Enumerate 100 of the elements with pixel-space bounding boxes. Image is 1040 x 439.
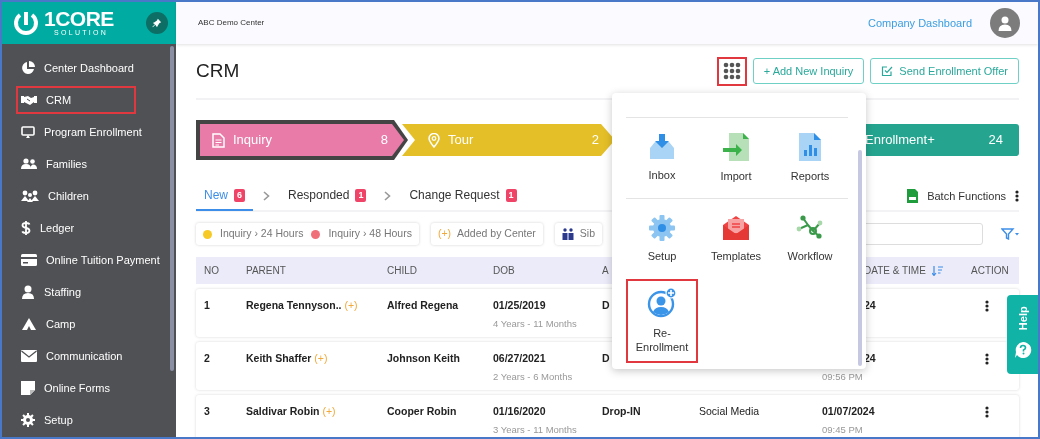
count-badge: 6 (234, 188, 246, 202)
table-cell-text: Saldivar Robin (246, 405, 321, 417)
sidebar-item[interactable]: Setup (16, 406, 136, 434)
added-mark: (+) (322, 405, 336, 417)
location-pin-icon (428, 132, 440, 148)
added-mark: (+) (344, 299, 358, 311)
edit-check-icon (881, 65, 894, 77)
table-cell: 1 (204, 299, 210, 311)
sidebar-item[interactable]: Staffing (16, 278, 136, 306)
dollar-icon (21, 221, 31, 235)
sidebar-item[interactable]: Camp (16, 310, 136, 338)
pie-chart-icon (21, 61, 35, 75)
table-cell: 2 (204, 352, 210, 364)
sidebar-item[interactable]: CRM (16, 86, 136, 114)
column-header: CHILD (387, 265, 417, 276)
table-cell-text: Keith Shaffer (246, 352, 313, 364)
column-header: A (602, 265, 609, 276)
count-badge: 1 (505, 188, 517, 202)
chevron-icon (263, 191, 271, 201)
sidebar-item[interactable]: Families (16, 150, 136, 178)
open-envelope-icon (722, 215, 750, 241)
tab[interactable]: Responded 1 (280, 181, 375, 211)
sidebar-item[interactable]: Online Tuition Payment (16, 246, 162, 274)
more-icon (985, 406, 989, 419)
document-icon (212, 132, 225, 148)
table-cell: 09:56 PM (822, 369, 863, 384)
import-icon (722, 133, 750, 161)
table-cell-text: 01/07/2024 (822, 404, 876, 419)
menu-item[interactable]: Templates (700, 199, 772, 279)
apps-grid-icon (721, 61, 742, 81)
monitor-icon (21, 125, 35, 139)
count-badge: 1 (355, 188, 367, 202)
table-cell: Johnson Keith (387, 352, 460, 364)
menu-item[interactable]: Re-Enrollment (626, 279, 698, 363)
table-cell-text: Regena Tennyson.. (246, 299, 343, 311)
table-cell: 3 (204, 405, 210, 417)
legend-label: Inquiry › 48 Hours (328, 226, 412, 242)
legend-label: Added by Center (457, 226, 536, 242)
table-cell-text: 01/25/2019 (493, 298, 547, 313)
gear-icon (21, 413, 35, 427)
more-icon (985, 300, 989, 313)
table-cell: 09:45 PM (822, 422, 863, 437)
table-cell: 3 Years - 11 Months (493, 422, 577, 437)
more-icon (1015, 190, 1019, 202)
column-header: PARENT (246, 265, 286, 276)
spreadsheet-icon (907, 189, 919, 203)
sidebar-item[interactable]: Online Forms (16, 374, 136, 402)
filter-icon (1001, 228, 1019, 240)
column-header: ACTION (971, 265, 1009, 276)
pin-button[interactable] (146, 12, 168, 34)
table-cell: Social Media (699, 405, 760, 417)
menu-item[interactable]: Inbox (626, 118, 698, 198)
column-header: NO (204, 265, 219, 276)
apps-button[interactable] (716, 56, 747, 86)
table-cell: D (602, 299, 610, 311)
scrollbar[interactable] (170, 46, 174, 371)
note-icon (21, 381, 35, 395)
network-icon (795, 215, 825, 241)
more-icon (985, 353, 989, 366)
added-mark: (+) (314, 352, 328, 364)
menu-item[interactable]: Setup (626, 199, 698, 279)
scrollbar[interactable] (858, 150, 862, 366)
gear-icon (649, 215, 675, 241)
table-cell-text: 01/16/2020 (493, 404, 547, 419)
avatar[interactable] (990, 8, 1020, 38)
table-cell-text: 06/27/2021 (493, 351, 547, 366)
children-icon (21, 190, 39, 202)
tab[interactable]: New 6 (196, 181, 254, 211)
tent-icon (21, 317, 37, 331)
inbox-icon (648, 134, 676, 160)
sidebar-item[interactable]: Ledger (16, 214, 136, 242)
person-icon (21, 285, 35, 299)
report-icon (799, 133, 821, 161)
sidebar-item[interactable]: Children (16, 182, 136, 210)
user-add-icon (647, 288, 677, 318)
siblings-icon (561, 228, 574, 240)
table-cell: Cooper Robin (387, 405, 457, 417)
table-cell: D (602, 352, 610, 364)
logo-icon (12, 9, 40, 37)
pin-icon (152, 17, 162, 29)
sort-icon (931, 265, 943, 276)
table-cell: Drop-IN (602, 405, 641, 417)
table-cell: Alfred Regena (387, 299, 459, 311)
tab[interactable]: Change Request 1 (401, 181, 525, 211)
credit-card-icon (21, 254, 37, 266)
sidebar-item[interactable]: Communication (16, 342, 136, 370)
menu-item[interactable]: Workflow (774, 199, 846, 279)
batch-functions-button[interactable]: Batch Functions (926, 186, 1007, 206)
menu-item[interactable]: Import (700, 118, 772, 198)
chevron-icon (384, 191, 392, 201)
sidebar-item[interactable]: Center Dashboard (16, 54, 136, 82)
sidebar-item[interactable]: Program Enrollment (16, 118, 144, 146)
table-row[interactable]: 3 Saldivar Robin (+) Cooper Robin 01/16/2020 3 Years - 11 Months Drop-IN Social Media 01/07/2024 09:45 PM (196, 395, 1019, 437)
legend-label: Inquiry › 24 Hours (220, 226, 304, 242)
page-title: CRM (196, 58, 240, 83)
user-icon (997, 15, 1013, 31)
handshake-icon (21, 94, 37, 106)
legend-label: Sib (579, 226, 596, 242)
people-icon (21, 158, 37, 170)
logo-text: 1CORE (44, 9, 114, 29)
